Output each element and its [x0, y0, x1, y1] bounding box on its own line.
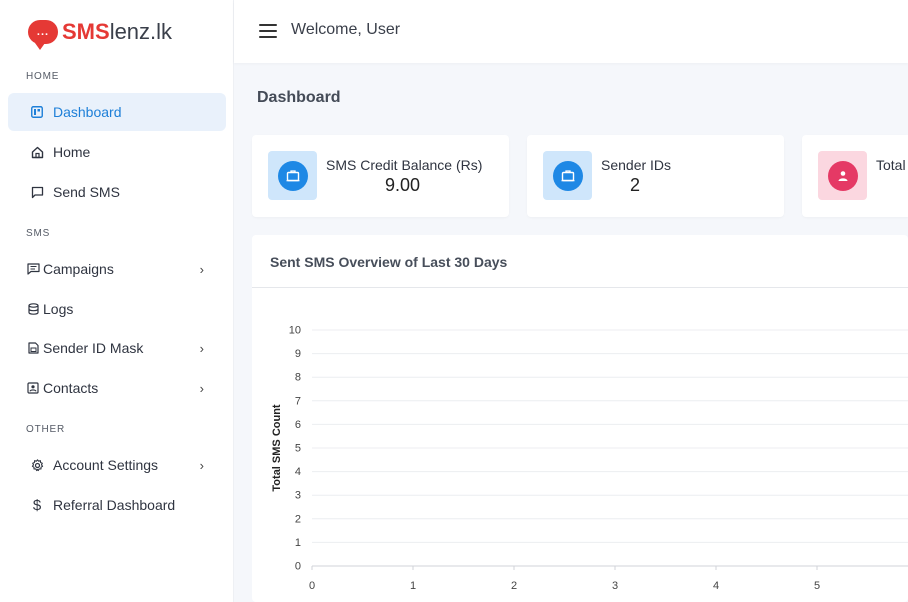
sidebar-item-logs[interactable]: Logs — [8, 290, 226, 328]
sidebar-item-label: Logs — [43, 301, 74, 317]
y-tick-label: 2 — [295, 513, 301, 525]
y-tick-label: 5 — [295, 443, 301, 455]
chevron-right-icon: › — [199, 340, 204, 356]
y-tick-label: 6 — [295, 419, 301, 431]
menu-icon[interactable] — [259, 24, 277, 38]
topbar: Welcome, User — [234, 0, 908, 63]
sidebar-item-referral-dashboard[interactable]: $ Referral Dashboard — [8, 486, 226, 524]
section-title-other: OTHER — [26, 424, 65, 435]
logo-brand-rest: lenz.lk — [109, 19, 173, 44]
sidebar-item-label: Home — [53, 144, 91, 160]
y-tick-label: 7 — [295, 395, 301, 407]
gear-icon — [30, 458, 44, 472]
dollar-icon: $ — [32, 496, 42, 514]
briefcase-icon — [552, 160, 583, 191]
card-value: 2 — [629, 175, 640, 195]
sidebar-item-label: Dashboard — [53, 104, 122, 120]
sidebar-item-label: Account Settings — [53, 457, 159, 473]
chart-canvas: 0 1 2 3 4 5 6 7 8 9 10 0 1 2 3 4 5 Total SMS Count — [271, 325, 908, 592]
section-title-home: HOME — [26, 71, 60, 82]
campaigns-icon — [26, 262, 40, 276]
message-icon — [30, 185, 44, 199]
sidebar-item-label: Send SMS — [53, 184, 120, 200]
y-tick-label: 3 — [295, 490, 301, 502]
card-label: Total — [876, 157, 906, 173]
chevron-right-icon: › — [199, 380, 204, 396]
welcome-text: Welcome, User — [291, 21, 401, 38]
x-tick-label: 1 — [410, 580, 416, 592]
x-tick-label: 4 — [713, 580, 719, 592]
x-tick-label: 3 — [612, 580, 618, 592]
sender-ids-card: Sender IDs 2 — [527, 135, 784, 217]
sim-card-icon — [26, 341, 40, 355]
credit-balance-card: SMS Credit Balance (Rs) 9.00 — [252, 135, 509, 217]
y-tick-label: 9 — [295, 348, 301, 360]
sidebar-item-dashboard[interactable]: Dashboard — [8, 93, 226, 131]
user-icon — [827, 160, 858, 191]
card-icon-box — [818, 151, 867, 200]
chevron-right-icon: › — [199, 261, 204, 277]
sidebar-item-label: Campaigns — [43, 261, 114, 277]
chart-panel: Sent SMS Overview of Last 30 Days 0 1 2 3 4 5… — [252, 235, 908, 602]
sidebar-item-contacts[interactable]: Contacts › — [8, 369, 226, 407]
sidebar-item-account-settings[interactable]: Account Settings › — [8, 446, 226, 484]
sidebar-item-label: Sender ID Mask — [43, 340, 144, 356]
database-icon — [26, 302, 40, 316]
card-label: SMS Credit Balance (Rs) — [326, 157, 483, 173]
card-value: 9.00 — [384, 175, 421, 195]
sidebar-item-sender-id-mask[interactable]: Sender ID Mask › — [8, 329, 226, 367]
y-tick-label: 0 — [295, 561, 301, 573]
chevron-right-icon: › — [199, 457, 204, 473]
sidebar: ... SMSlenz.lk HOME Dashboard Home Send … — [0, 0, 234, 602]
sidebar-item-campaigns[interactable]: Campaigns › — [8, 250, 226, 288]
home-icon — [30, 145, 44, 159]
y-tick-label: 1 — [295, 537, 301, 549]
bubble-dots: ... — [36, 26, 50, 38]
x-tick-label: 0 — [309, 580, 315, 592]
card-label: Sender IDs — [601, 157, 672, 173]
total-card: Total — [802, 135, 908, 217]
section-title-sms: SMS — [26, 228, 51, 239]
dashboard-icon — [30, 105, 44, 119]
sidebar-item-send-sms[interactable]: Send SMS — [8, 173, 226, 211]
card-icon-box — [543, 151, 592, 200]
y-axis-label: Total SMS Count — [271, 404, 283, 492]
x-tick-label: 5 — [814, 580, 820, 592]
page-title: Dashboard — [257, 89, 341, 106]
x-tick-label: 2 — [511, 580, 517, 592]
contacts-icon — [26, 381, 40, 395]
briefcase-icon — [277, 160, 308, 191]
card-icon-box — [268, 151, 317, 200]
sidebar-item-home[interactable]: Home — [8, 133, 226, 171]
logo-brand-bold: SMS — [62, 19, 110, 44]
y-tick-label: 8 — [295, 372, 301, 384]
sidebar-item-label: Referral Dashboard — [53, 497, 176, 513]
sidebar-item-label: Contacts — [43, 380, 99, 396]
logo[interactable]: ... SMSlenz.lk — [28, 16, 173, 50]
chat-bubble-icon: ... — [28, 20, 58, 50]
y-tick-label: 10 — [289, 325, 301, 337]
chart-title: Sent SMS Overview of Last 30 Days — [270, 254, 508, 270]
y-tick-label: 4 — [295, 466, 301, 478]
